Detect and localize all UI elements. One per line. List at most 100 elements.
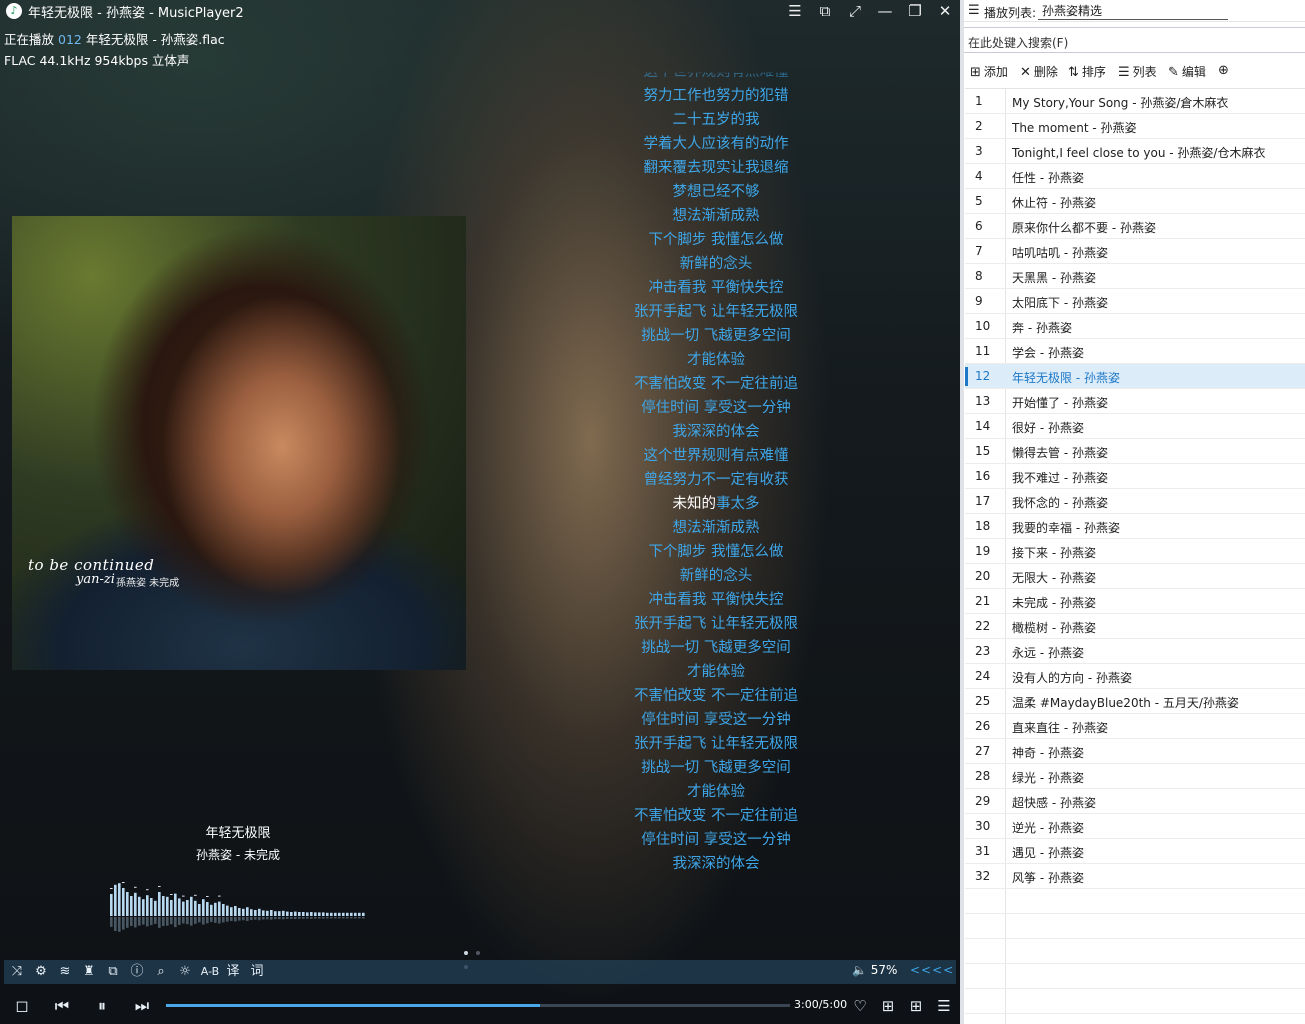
- table-row[interactable]: 28 绿光 - 孙燕姿: [965, 764, 1305, 789]
- song-title: 年轻无极限: [205, 826, 271, 841]
- table-row[interactable]: 31 遇见 - 孙燕姿: [965, 839, 1305, 864]
- favorite-icon[interactable]: ♡: [848, 995, 872, 1017]
- table-row[interactable]: 17 我怀念的 - 孙燕姿: [965, 489, 1305, 514]
- add-to-playlist-icon[interactable]: ⊞: [876, 995, 900, 1017]
- spectrum-reflection: [126, 917, 129, 928]
- search-input[interactable]: 在此处键入搜索(F): [964, 27, 1305, 53]
- row-number: 25: [975, 694, 991, 708]
- table-row[interactable]: 12 年轻无极限 - 孙燕姿: [965, 364, 1305, 389]
- page-dot[interactable]: [476, 951, 480, 955]
- table-row[interactable]: 29 超快感 - 孙燕姿: [965, 789, 1305, 814]
- lyric-line: 停住时间 享受这一分钟: [641, 400, 791, 416]
- table-row[interactable]: 22 橄榄树 - 孙燕姿: [965, 614, 1305, 639]
- progress-bar[interactable]: [166, 1004, 790, 1007]
- page-dots[interactable]: [464, 944, 498, 969]
- table-row[interactable]: 21 未完成 - 孙燕姿: [965, 589, 1305, 614]
- sort-button[interactable]: ⇅ 排序: [1068, 63, 1106, 80]
- track-index: 012: [58, 32, 82, 47]
- lyric-line: 这个世界规则有点难懂: [643, 448, 789, 464]
- table-row[interactable]: 6 原来你什么都不要 - 孙燕姿: [965, 214, 1305, 239]
- row-title: 接下来 - 孙燕姿: [1012, 546, 1096, 560]
- lyric-line: 我深深的体会: [672, 424, 760, 440]
- table-row[interactable]: 7 咕叽咕叽 - 孙燕姿: [965, 239, 1305, 264]
- grid-icon[interactable]: ⊞: [904, 995, 928, 1017]
- table-row[interactable]: 27 神奇 - 孙燕姿: [965, 739, 1305, 764]
- table-row[interactable]: 20 无限大 - 孙燕姿: [965, 564, 1305, 589]
- spectrum-bar: [294, 911, 297, 916]
- table-row[interactable]: 26 直来直往 - 孙燕姿: [965, 714, 1305, 739]
- mini-mode-icon[interactable]: ⧉: [810, 0, 840, 22]
- table-row[interactable]: 30 逆光 - 孙燕姿: [965, 814, 1305, 839]
- lyric-line: 停住时间 享受这一分钟: [641, 832, 791, 848]
- locate-button[interactable]: ⊕: [1218, 63, 1232, 78]
- info-icon[interactable]: ⓘ: [128, 963, 146, 981]
- spectrum-reflection: [162, 917, 165, 926]
- expand-arrows[interactable]: <<<<: [910, 963, 954, 977]
- spectrum-reflection: [134, 917, 137, 928]
- table-row[interactable]: 16 我不难过 - 孙燕姿: [965, 464, 1305, 489]
- lyric-line: 才能体验: [687, 352, 745, 368]
- table-row[interactable]: 9 太阳底下 - 孙燕姿: [965, 289, 1305, 314]
- locate-icon: ⊕: [1218, 63, 1229, 78]
- brightness-icon[interactable]: ☼: [176, 963, 194, 981]
- fullscreen-icon[interactable]: ⤢: [840, 0, 870, 22]
- table-row[interactable]: 2 The moment - 孙燕姿: [965, 114, 1305, 139]
- table-row[interactable]: 4 任性 - 孙燕姿: [965, 164, 1305, 189]
- mini-icon[interactable]: ⧉: [104, 963, 122, 981]
- sort-icon: ⇅: [1068, 65, 1079, 80]
- list-button[interactable]: ☰ 列表: [1118, 63, 1157, 80]
- lyric-line: 停住时间 享受这一分钟: [641, 712, 791, 728]
- table-row[interactable]: 23 永远 - 孙燕姿: [965, 639, 1305, 664]
- search-icon[interactable]: ⌕: [152, 963, 170, 981]
- playlist-name[interactable]: 孙燕姿精选: [1038, 2, 1228, 20]
- table-row[interactable]: 5 休止符 - 孙燕姿: [965, 189, 1305, 214]
- table-row[interactable]: 14 很好 - 孙燕姿: [965, 414, 1305, 439]
- spectrum-reflection: [142, 917, 145, 925]
- previous-icon[interactable]: ⏮: [50, 995, 74, 1017]
- table-row[interactable]: 19 接下来 - 孙燕姿: [965, 539, 1305, 564]
- row-number: 18: [975, 519, 991, 533]
- table-row[interactable]: 25 温柔 #MaydayBlue20th - 五月天/孙燕姿: [965, 689, 1305, 714]
- table-row[interactable]: 15 懒得去管 - 孙燕姿: [965, 439, 1305, 464]
- pause-icon[interactable]: ⏸: [90, 995, 114, 1017]
- edit-button[interactable]: ✎ 编辑: [1168, 63, 1206, 80]
- lyric-line: 新鲜的念头: [679, 568, 753, 584]
- skin-icon[interactable]: ♜: [80, 963, 98, 981]
- lyrics-button[interactable]: 词: [248, 963, 266, 981]
- playlist-label: 播放列表:: [984, 6, 1037, 20]
- row-number: 17: [975, 494, 991, 508]
- row-title: My Story,Your Song - 孙燕姿/倉木麻衣: [1012, 96, 1229, 110]
- close-icon[interactable]: ✕: [930, 0, 960, 22]
- menu-icon[interactable]: ☰: [780, 0, 810, 22]
- table-row[interactable]: 1 My Story,Your Song - 孙燕姿/倉木麻衣: [965, 89, 1305, 114]
- table-row[interactable]: 11 学会 - 孙燕姿: [965, 339, 1305, 364]
- table-row[interactable]: 3 Tonight,I feel close to you - 孙燕姿/仓木麻衣: [965, 139, 1305, 164]
- spectrum-reflection: [262, 917, 265, 920]
- restore-icon[interactable]: ❐: [900, 0, 930, 22]
- shuffle-icon[interactable]: ⤨: [8, 963, 26, 981]
- next-icon[interactable]: ⏭: [130, 995, 154, 1017]
- table-row[interactable]: 10 奔 - 孙燕姿: [965, 314, 1305, 339]
- lyric-line: 想法渐渐成熟: [672, 520, 760, 536]
- spectrum-bar: [358, 912, 361, 916]
- title-bar: ♪ 年轻无极限 - 孙燕姿 - MusicPlayer2 ☰ ⧉ ⤢ — ❐ ✕: [0, 0, 960, 22]
- translate-button[interactable]: 译: [224, 963, 242, 981]
- stop-icon[interactable]: ◻: [10, 995, 34, 1017]
- row-number: 7: [975, 244, 983, 258]
- spectrum-bar: [310, 912, 313, 916]
- table-row[interactable]: 8 天黑黑 - 孙燕姿: [965, 264, 1305, 289]
- playlist-icon[interactable]: ☰: [932, 995, 956, 1017]
- volume-control[interactable]: 🔈 57%: [852, 963, 897, 977]
- table-row[interactable]: 24 没有人的方向 - 孙燕姿: [965, 664, 1305, 689]
- table-row[interactable]: 32 风筝 - 孙燕姿: [965, 864, 1305, 889]
- page-dot[interactable]: [464, 951, 468, 955]
- equalizer-icon[interactable]: ≋: [56, 963, 74, 981]
- minimize-icon[interactable]: —: [870, 0, 900, 22]
- spectrum-reflection: [250, 917, 253, 921]
- delete-button[interactable]: ✕ 删除: [1020, 63, 1058, 80]
- table-row[interactable]: 18 我要的幸福 - 孙燕姿: [965, 514, 1305, 539]
- table-row[interactable]: 13 开始懂了 - 孙燕姿: [965, 389, 1305, 414]
- settings-icon[interactable]: ⚙: [32, 963, 50, 981]
- ab-repeat-button[interactable]: A-B: [198, 963, 222, 981]
- add-button[interactable]: ⊞ 添加: [970, 63, 1008, 80]
